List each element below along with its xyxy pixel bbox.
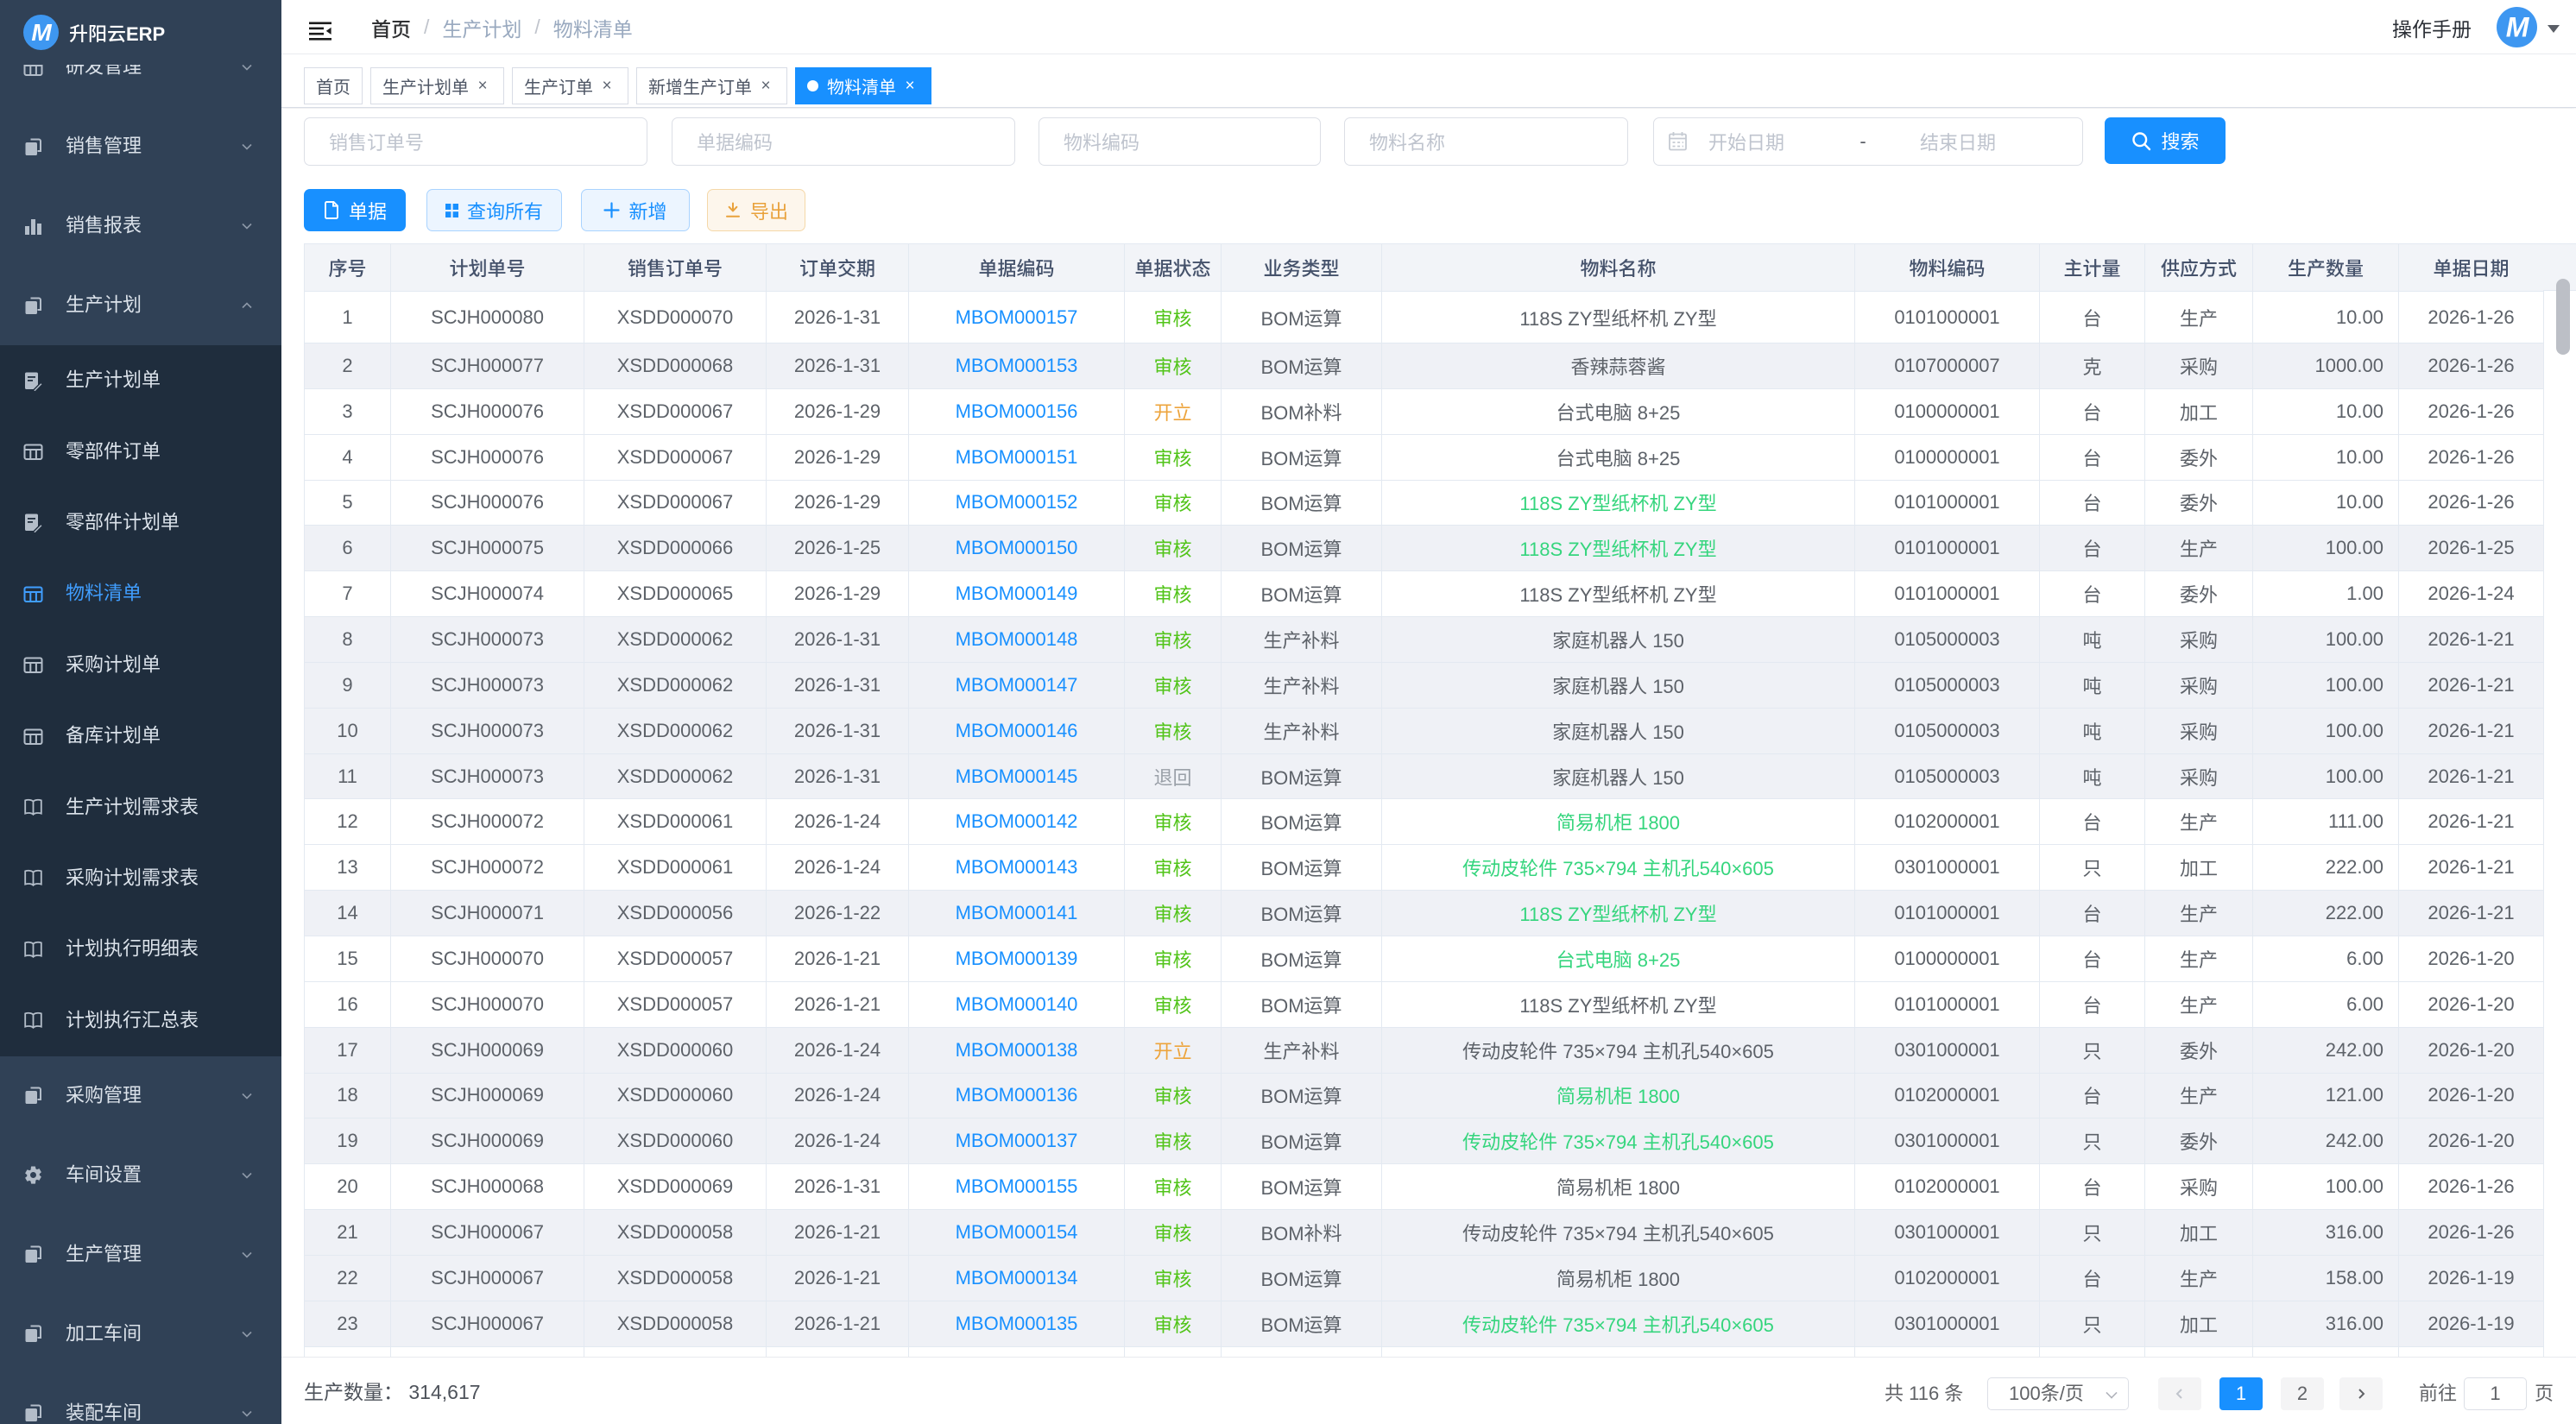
svg-text:M: M xyxy=(31,19,52,46)
svg-text:M: M xyxy=(2506,11,2530,42)
